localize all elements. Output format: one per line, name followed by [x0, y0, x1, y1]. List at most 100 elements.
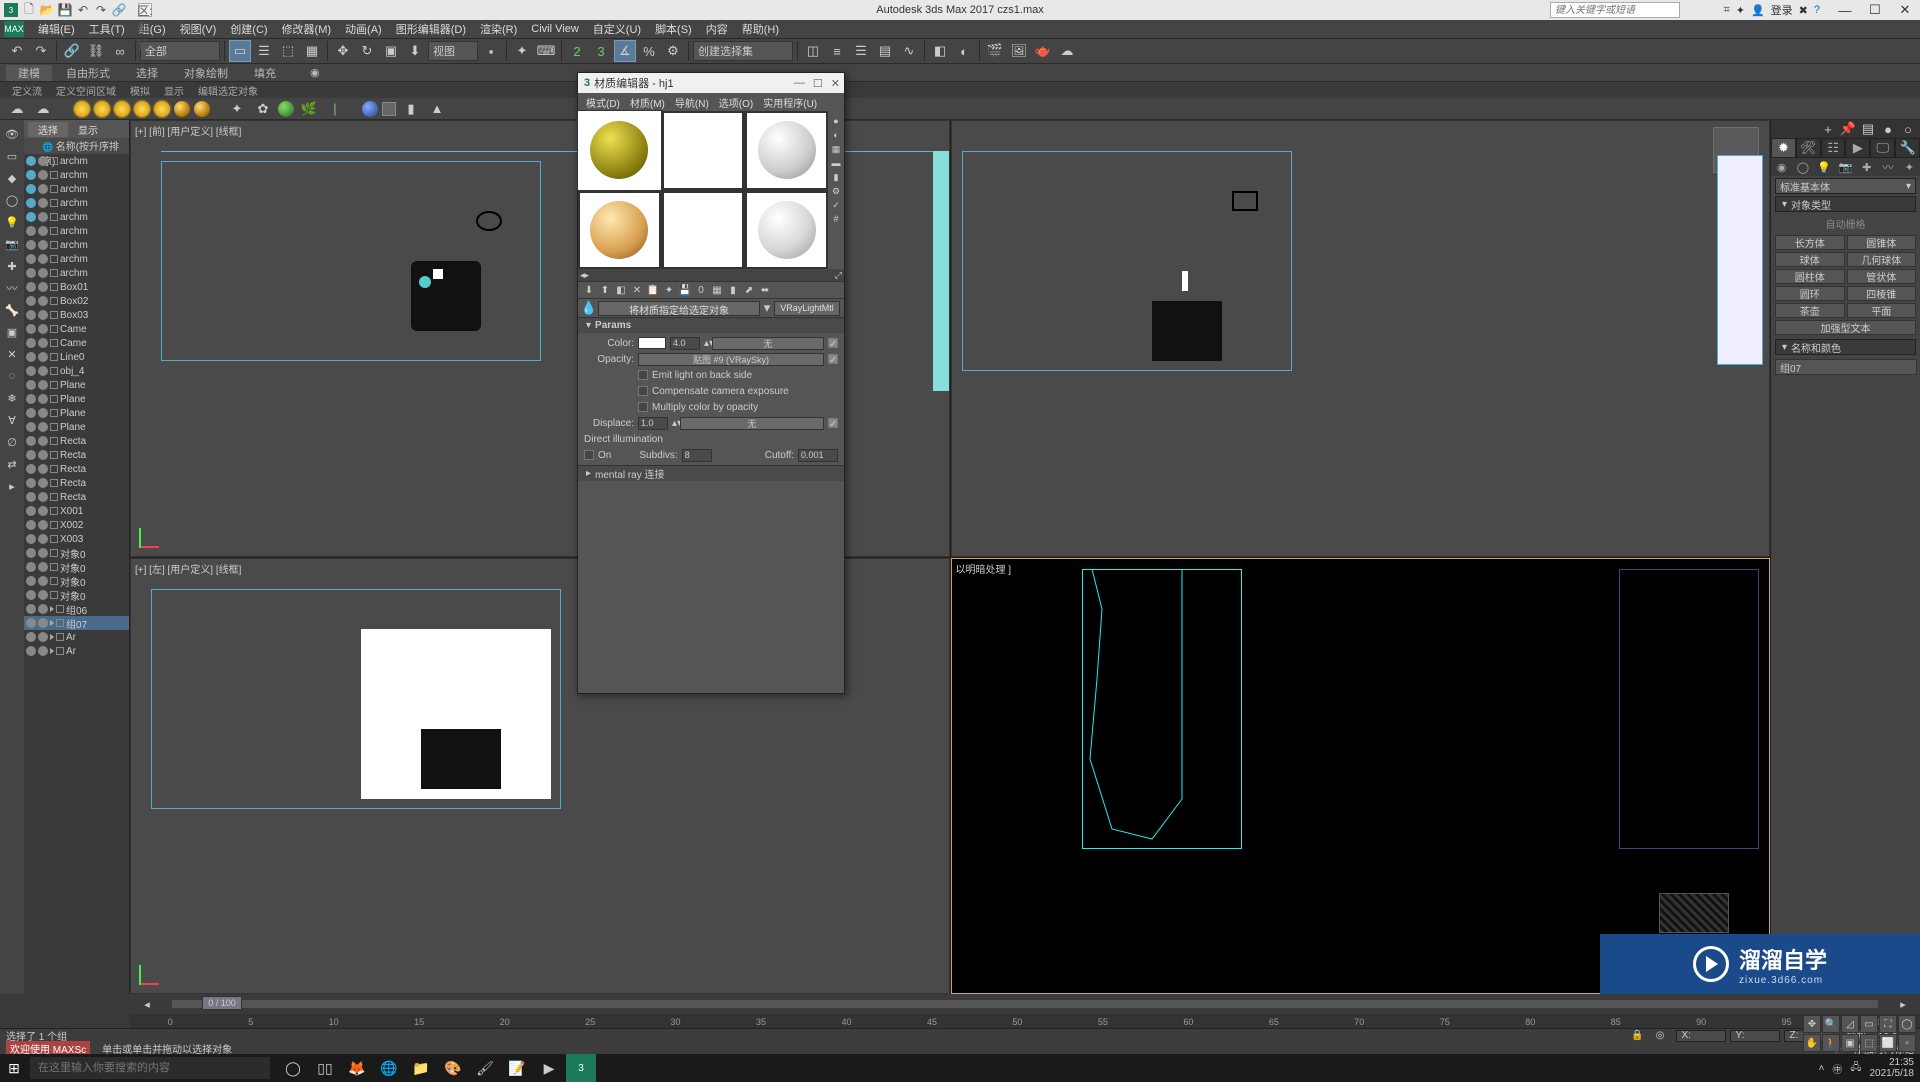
- scene-item[interactable]: 对象0: [24, 546, 129, 560]
- percent-snap-btn[interactable]: %: [638, 40, 660, 62]
- snap-2d-btn[interactable]: 2: [566, 40, 588, 62]
- login-label[interactable]: 登录: [1771, 2, 1793, 18]
- se-frozen-icon[interactable]: ❄: [2, 388, 22, 408]
- scene-item[interactable]: Box03: [24, 308, 129, 322]
- link-icon[interactable]: 🔗: [112, 3, 126, 17]
- material-slot-4[interactable]: [578, 191, 661, 270]
- scene-item[interactable]: archm: [24, 168, 129, 182]
- me-backside-chk[interactable]: [638, 370, 648, 380]
- rect-region-btn[interactable]: ⬚: [277, 40, 299, 62]
- material-slot-5[interactable]: [662, 191, 745, 270]
- scene-item[interactable]: archm: [24, 196, 129, 210]
- tb-app3-icon[interactable]: ▶: [534, 1054, 564, 1082]
- cp-layout-icon[interactable]: ▤: [1860, 122, 1876, 136]
- me-gosibling-icon[interactable]: ⬌: [758, 283, 772, 297]
- scene-item[interactable]: archm: [24, 238, 129, 252]
- manipulate-btn[interactable]: ✦: [511, 40, 533, 62]
- menu-render[interactable]: 渲染(R): [474, 21, 523, 37]
- me-color-map-chk[interactable]: ✓: [828, 338, 838, 348]
- me-minimize-btn[interactable]: ―: [794, 77, 805, 90]
- me-options-icon[interactable]: ⚙: [830, 185, 842, 197]
- me-show-end-icon[interactable]: ▮: [726, 283, 740, 297]
- ribbon-sub-4[interactable]: 编辑选定对象: [192, 83, 264, 98]
- light-preset-5[interactable]: [154, 101, 170, 117]
- ribbon-tab-freeform[interactable]: 自由形式: [54, 65, 122, 81]
- material-slot-6[interactable]: [745, 191, 828, 270]
- angle-snap-btn[interactable]: ∡: [614, 40, 636, 62]
- me-goparent-icon[interactable]: ⬈: [742, 283, 756, 297]
- scene-item[interactable]: 组07: [24, 616, 129, 630]
- viewport-label-left[interactable]: [+] [左] [用户定义] [线框]: [135, 561, 241, 576]
- cat-space[interactable]: 〰: [1877, 158, 1898, 176]
- me-maximize-btn[interactable]: ☐: [813, 77, 823, 90]
- se-sort-header[interactable]: 🌐 名称(按升序排序): [24, 138, 129, 154]
- render-setup-btn[interactable]: 🎬: [984, 40, 1006, 62]
- menu-views[interactable]: 视图(V): [174, 21, 223, 37]
- se-all-icon[interactable]: ∀: [2, 410, 22, 430]
- prim-btn-1[interactable]: 圆锥体: [1847, 235, 1917, 250]
- scene-item[interactable]: Recta: [24, 462, 129, 476]
- scene-item[interactable]: Plane: [24, 392, 129, 406]
- cloud2-icon[interactable]: ☁: [32, 98, 54, 120]
- me-backlight-icon[interactable]: ◐: [830, 129, 842, 141]
- cp-tab-create[interactable]: ✹: [1771, 138, 1796, 158]
- me-cutoff-spinner[interactable]: 0.001: [798, 449, 838, 462]
- material-editor-titlebar[interactable]: 3 材质编辑器 - hj1 ― ☐ ✕: [578, 73, 844, 93]
- cat-shapes[interactable]: ◯: [1792, 158, 1813, 176]
- cat-helpers[interactable]: ✚: [1856, 158, 1877, 176]
- help-icon[interactable]: ?: [1814, 4, 1820, 16]
- me-opacity-map-chk[interactable]: ✓: [828, 354, 838, 364]
- redo-btn[interactable]: ↷: [30, 40, 52, 62]
- align-btn[interactable]: ≡: [826, 40, 848, 62]
- viewport-label-front[interactable]: [+] [前] [用户定义] [线框]: [135, 123, 241, 138]
- me-menu-nav[interactable]: 导航(N): [671, 95, 713, 110]
- nav-walk-icon[interactable]: 🚶: [1822, 1034, 1840, 1052]
- me-menu-options[interactable]: 选项(O): [715, 95, 757, 110]
- open-icon[interactable]: 📂: [40, 3, 54, 17]
- scene-item[interactable]: X002: [24, 518, 129, 532]
- menu-graph[interactable]: 图形编辑器(D): [390, 21, 472, 37]
- light-preset-7[interactable]: [194, 101, 210, 117]
- prim-btn-10[interactable]: 加强型文本: [1775, 320, 1916, 335]
- se-tab-select[interactable]: 选择: [28, 122, 68, 137]
- spinner-snap-btn[interactable]: ⚙: [662, 40, 684, 62]
- prim-btn-3[interactable]: 几何球体: [1847, 252, 1917, 267]
- me-exposure-chk[interactable]: [638, 386, 648, 396]
- cone-preset[interactable]: ▲: [426, 98, 448, 120]
- tb-app2-icon[interactable]: 🖌: [470, 1054, 500, 1082]
- render-online-btn[interactable]: ☁: [1056, 40, 1078, 62]
- scene-item[interactable]: archm: [24, 224, 129, 238]
- tray-clock[interactable]: 21:35 2021/5/18: [1870, 1057, 1915, 1079]
- scene-item[interactable]: Ar: [24, 630, 129, 644]
- scene-item[interactable]: Plane: [24, 378, 129, 392]
- scene-item[interactable]: Recta: [24, 448, 129, 462]
- toggle-ribbon-btn[interactable]: ▤: [874, 40, 896, 62]
- scene-item[interactable]: Recta: [24, 476, 129, 490]
- unlink-btn[interactable]: ⛓: [85, 40, 107, 62]
- undo-icon[interactable]: ↶: [76, 3, 90, 17]
- grass-icon[interactable]: 🌿: [298, 98, 320, 120]
- rotate-btn[interactable]: ↻: [356, 40, 378, 62]
- mirror-btn[interactable]: ◫: [802, 40, 824, 62]
- select-object-btn[interactable]: ▭: [229, 40, 251, 62]
- scene-item[interactable]: 组06: [24, 602, 129, 616]
- coord-y[interactable]: Y:: [1730, 1030, 1780, 1042]
- ref-coord-combo[interactable]: 视图: [428, 41, 478, 61]
- me-put-icon[interactable]: ⬆: [598, 283, 612, 297]
- sync-icon[interactable]: ✦: [1736, 4, 1745, 17]
- material-slot-3[interactable]: [745, 111, 828, 190]
- nav-zregion-icon[interactable]: ▭: [1860, 1015, 1878, 1033]
- tray-net-icon[interactable]: 🖧: [1850, 1060, 1861, 1077]
- box-preset[interactable]: [382, 102, 396, 116]
- scene-item[interactable]: archm: [24, 154, 129, 168]
- me-close-btn[interactable]: ✕: [831, 77, 840, 90]
- se-geometry-icon[interactable]: ◆: [2, 168, 22, 188]
- me-menu-util[interactable]: 实用程序(U): [759, 95, 821, 110]
- tree-icon[interactable]: ✿: [252, 98, 274, 120]
- nav-max-icon[interactable]: ▣: [1841, 1034, 1859, 1052]
- prim-btn-2[interactable]: 球体: [1775, 252, 1845, 267]
- ribbon-sub-2[interactable]: 模拟: [124, 83, 156, 98]
- nav-zext-icon[interactable]: ⬚: [1860, 1034, 1878, 1052]
- start-button[interactable]: ⊞: [0, 1054, 28, 1082]
- cp-tab-hierarchy[interactable]: ☷: [1821, 138, 1846, 158]
